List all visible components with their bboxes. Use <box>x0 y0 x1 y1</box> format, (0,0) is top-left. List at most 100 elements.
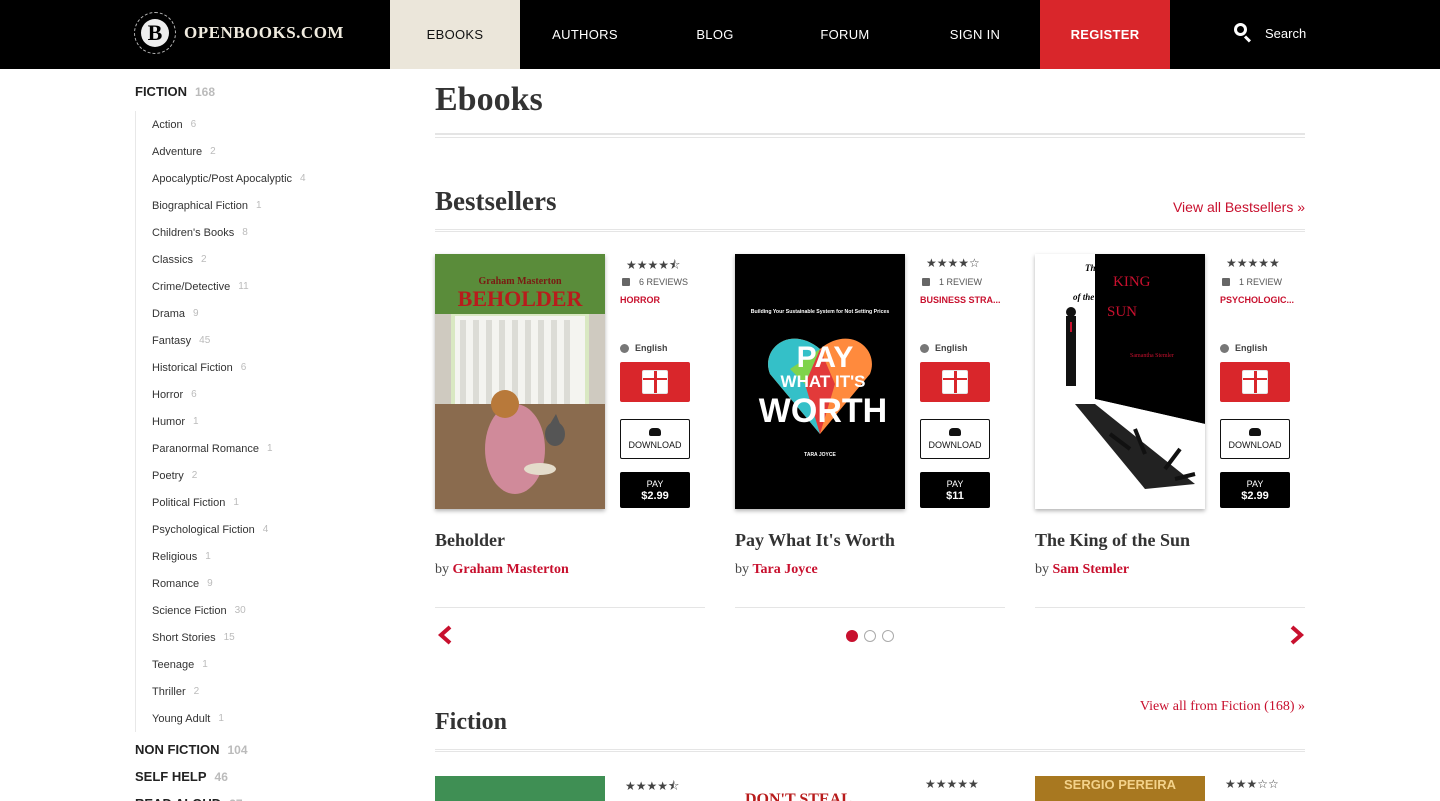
nav-register[interactable]: REGISTER <box>1040 0 1170 69</box>
book-cover[interactable]: DON'T STEAL <box>735 776 905 801</box>
nav-sign-in[interactable]: SIGN IN <box>910 0 1040 69</box>
gift-button[interactable] <box>920 362 990 402</box>
subcategory-link[interactable]: Action 6 <box>152 111 375 138</box>
download-button[interactable]: DOWNLOAD <box>920 419 990 459</box>
category-link[interactable]: SELF HELP 46 <box>135 769 375 786</box>
carousel-dot[interactable] <box>846 630 858 642</box>
download-label: DOWNLOAD <box>628 440 682 450</box>
subcategory-link[interactable]: Apocalyptic/Post Apocalyptic 4 <box>152 165 375 192</box>
gift-button[interactable] <box>620 362 690 402</box>
category-link[interactable]: NON FICTION 104 <box>135 742 375 759</box>
subcategory-link[interactable]: Teenage 1 <box>152 651 375 678</box>
download-button[interactable]: DOWNLOAD <box>620 419 690 459</box>
subcategory-count: 45 <box>199 335 211 346</box>
subcategory-link[interactable]: Horror 6 <box>152 381 375 408</box>
book-meta: ★★★★⯪ 6 REVIEWS HORROR English DOWNLOAD … <box>620 254 705 508</box>
subcategory-link[interactable]: Fantasy 45 <box>152 327 375 354</box>
book-cover[interactable]: The KING of the SUN Samantha Stemler <box>1035 254 1205 509</box>
subcategory-label: Classics <box>152 253 193 266</box>
category-link[interactable]: FICTION 168 <box>135 84 375 101</box>
category-group: READ ALOUD 27 <box>135 796 375 801</box>
book-card: The KING of the SUN Samantha Stemler ★★★… <box>1035 254 1305 608</box>
reviews-label: 1 REVIEW <box>939 277 983 287</box>
book-title[interactable]: The King of the Sun <box>1035 530 1190 551</box>
category-group: FICTION 168 Action 6 Adventure 2 Apocalyptic/P… <box>135 84 375 732</box>
category-count: 168 <box>195 85 216 99</box>
book-cover[interactable]: Graham Masterton BEHOLDER <box>435 254 605 509</box>
carousel-prev-button[interactable] <box>437 624 453 652</box>
subcategory-count: 15 <box>223 632 235 643</box>
reviews-label: 1 REVIEW <box>1239 277 1283 287</box>
carousel-dot[interactable] <box>864 630 876 642</box>
subcategory-label: Psychological Fiction <box>152 523 255 536</box>
book-cover[interactable]: SERGIO PEREIRA <box>1035 776 1205 801</box>
subcategory-link[interactable]: Humor 1 <box>152 408 375 435</box>
pay-button[interactable]: PAY $2.99 <box>1220 472 1290 508</box>
book-title[interactable]: Beholder <box>435 530 505 551</box>
reviews-count[interactable]: 6 REVIEWS <box>622 277 705 287</box>
search-button[interactable]: Search <box>1233 22 1307 43</box>
subcategory-count: 1 <box>202 659 208 670</box>
nav-blog[interactable]: BLOG <box>650 0 780 69</box>
subcategory-link[interactable]: Crime/Detective 11 <box>152 273 375 300</box>
author-link[interactable]: Sam Stemler <box>1053 562 1130 577</box>
nav-ebooks[interactable]: EBOOKS <box>390 0 520 69</box>
subcategory-list: Action 6 Adventure 2 Apocalyptic/Post Apocal… <box>135 111 375 732</box>
book-title[interactable]: Pay What It's Worth <box>735 530 895 551</box>
pay-button[interactable]: PAY $11 <box>920 472 990 508</box>
view-all-bestsellers-link[interactable]: View all Bestsellers » <box>1173 199 1305 215</box>
search-icon <box>1233 22 1253 43</box>
by-label: by <box>1035 562 1049 577</box>
pay-label: PAY <box>1246 479 1264 489</box>
category-link[interactable]: READ ALOUD 27 <box>135 796 375 801</box>
book-cover[interactable] <box>435 776 605 801</box>
view-all-fiction-link[interactable]: View all from Fiction (168) » <box>1140 699 1305 715</box>
subcategory-link[interactable]: Romance 9 <box>152 570 375 597</box>
subcategory-link[interactable]: Young Adult 1 <box>152 705 375 732</box>
rating-stars: ★★★★⯪ <box>626 258 681 272</box>
subcategory-link[interactable]: Poetry 2 <box>152 462 375 489</box>
globe-icon <box>920 343 929 353</box>
author-link[interactable]: Graham Masterton <box>453 562 569 577</box>
genre-link[interactable]: PSYCHOLOGIC... <box>1220 295 1305 305</box>
bestsellers-title: Bestsellers <box>435 186 557 216</box>
language-label: English <box>920 343 1005 353</box>
subcategory-link[interactable]: Historical Fiction 6 <box>152 354 375 381</box>
rating-stars: ★★★☆☆ <box>1225 777 1279 791</box>
reviews-count[interactable]: 1 REVIEW <box>1222 277 1305 287</box>
site-logo[interactable]: B OPENBOOKS.COM <box>134 12 344 54</box>
rating-stars: ★★★★★ <box>1226 256 1280 270</box>
reviews-count[interactable]: 1 REVIEW <box>922 277 1005 287</box>
subcategory-count: 2 <box>193 686 200 697</box>
download-button[interactable]: DOWNLOAD <box>1220 419 1290 459</box>
nav-authors[interactable]: AUTHORS <box>520 0 650 69</box>
subcategory-link[interactable]: Adventure 2 <box>152 138 375 165</box>
pay-button[interactable]: PAY $2.99 <box>620 472 690 508</box>
subcategory-link[interactable]: Religious 1 <box>152 543 375 570</box>
gift-icon <box>642 370 668 394</box>
subcategory-link[interactable]: Children's Books 8 <box>152 219 375 246</box>
subcategory-link[interactable]: Short Stories 15 <box>152 624 375 651</box>
genre-link[interactable]: HORROR <box>620 295 705 305</box>
subcategory-count: 1 <box>193 416 199 427</box>
subcategory-link[interactable]: Political Fiction 1 <box>152 489 375 516</box>
subcategory-count: 1 <box>205 551 211 562</box>
subcategory-link[interactable]: Science Fiction 30 <box>152 597 375 624</box>
subcategory-link[interactable]: Thriller 2 <box>152 678 375 705</box>
carousel-next-button[interactable] <box>1289 624 1305 652</box>
gift-button[interactable] <box>1220 362 1290 402</box>
subcategory-count: 9 <box>193 308 199 319</box>
subcategory-link[interactable]: Biographical Fiction 1 <box>152 192 375 219</box>
search-label: Search <box>1265 25 1307 41</box>
nav-forum[interactable]: FORUM <box>780 0 910 69</box>
subcategory-link[interactable]: Psychological Fiction 4 <box>152 516 375 543</box>
subcategory-link[interactable]: Classics 2 <box>152 246 375 273</box>
genre-link[interactable]: BUSINESS STRA... <box>920 295 1005 305</box>
subcategory-label: Historical Fiction <box>152 361 233 374</box>
book-cover[interactable]: Building Your Sustainable System for Not… <box>735 254 905 509</box>
author-link[interactable]: Tara Joyce <box>753 562 818 577</box>
subcategory-count: 2 <box>210 146 216 157</box>
carousel-dot[interactable] <box>882 630 894 642</box>
subcategory-link[interactable]: Drama 9 <box>152 300 375 327</box>
subcategory-link[interactable]: Paranormal Romance 1 <box>152 435 375 462</box>
